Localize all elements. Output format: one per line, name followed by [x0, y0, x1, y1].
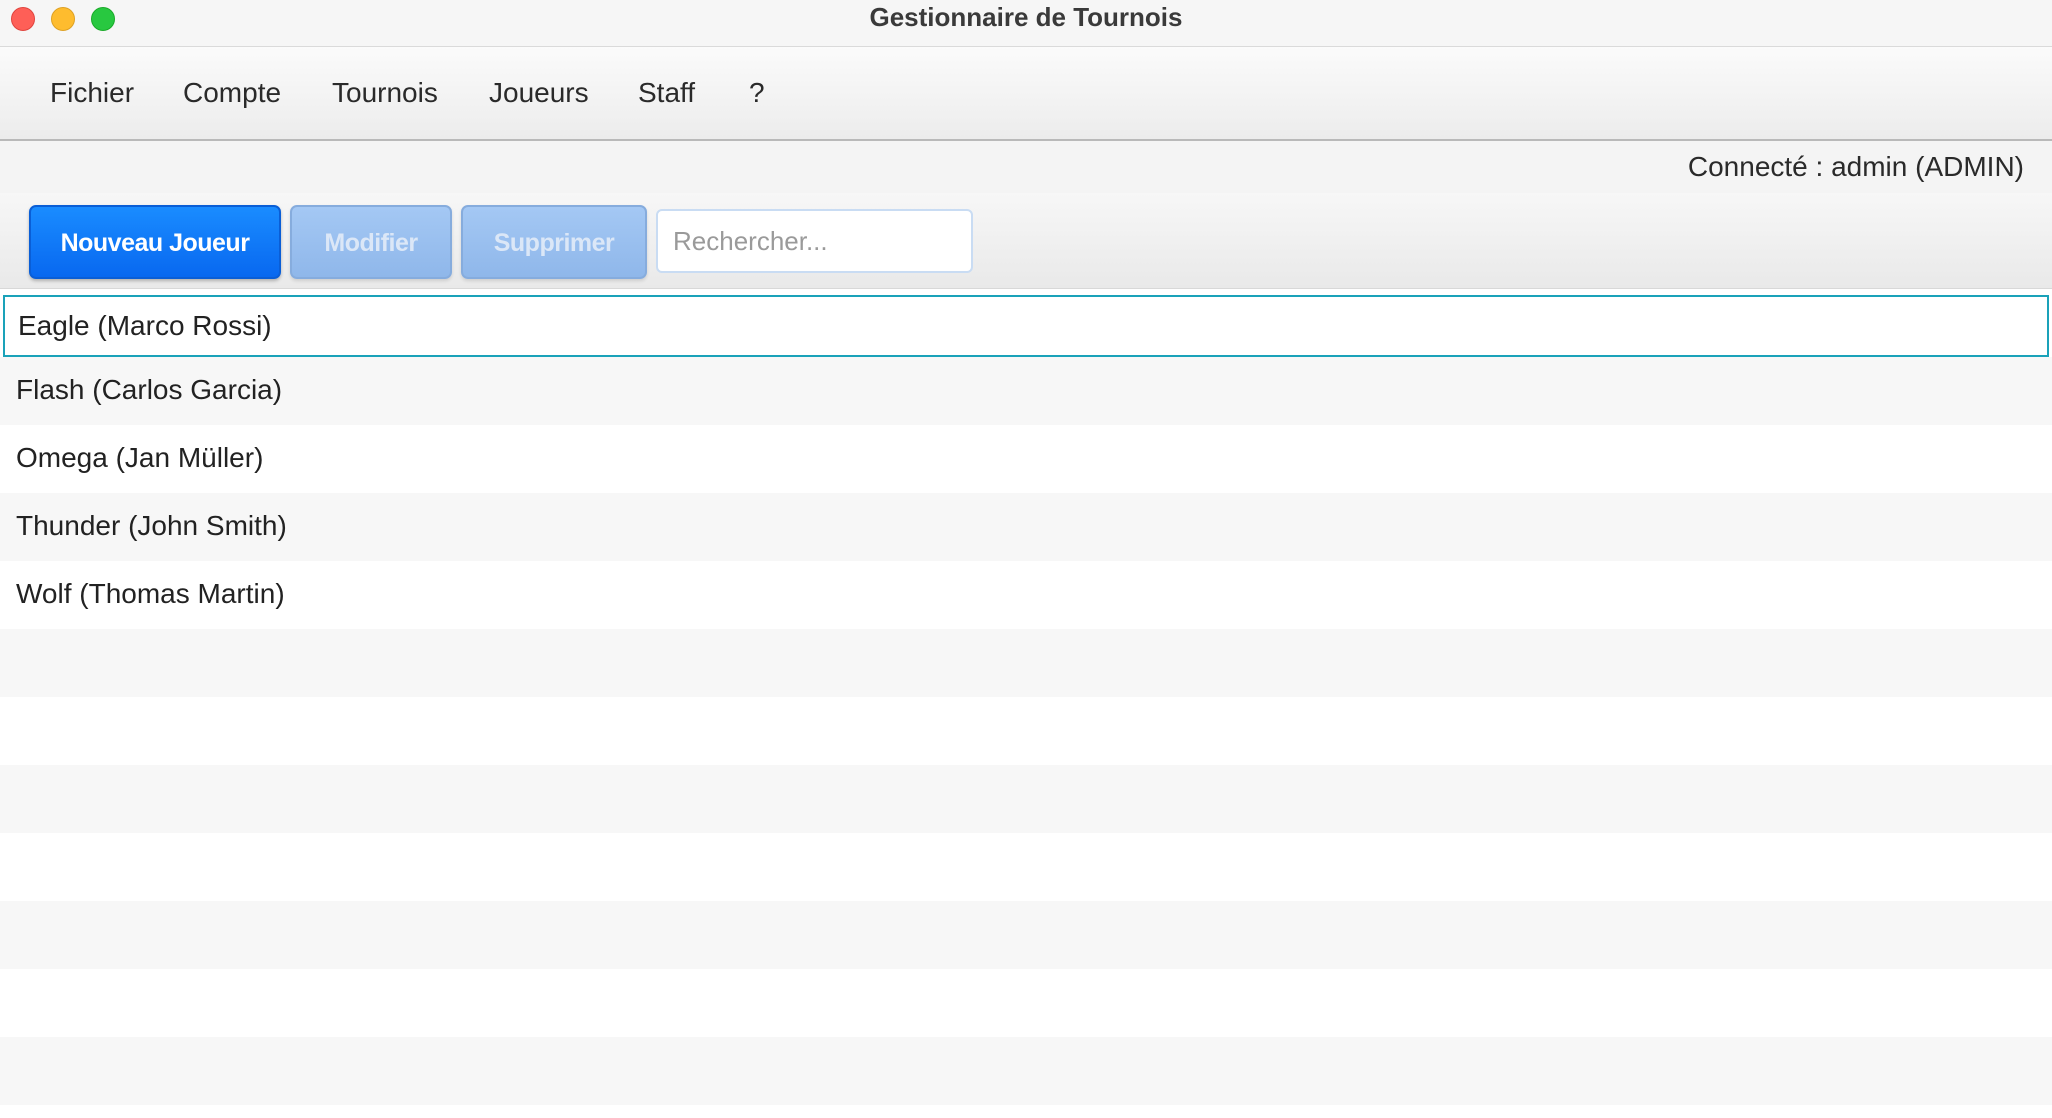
- list-item[interactable]: Wolf (Thomas Martin): [0, 561, 2052, 629]
- empty-list-row: [0, 969, 2052, 1037]
- empty-list-row: [0, 629, 2052, 697]
- empty-list-row: [0, 1105, 2052, 1118]
- status-row: Connecté : admin (ADMIN): [0, 141, 2052, 193]
- search-input[interactable]: [656, 209, 973, 273]
- modify-button[interactable]: Modifier: [290, 205, 452, 279]
- list-item[interactable]: Flash (Carlos Garcia): [0, 357, 2052, 425]
- list-item[interactable]: Eagle (Marco Rossi): [3, 295, 2049, 357]
- empty-list-row: [0, 833, 2052, 901]
- menu-tournois[interactable]: Tournois: [332, 47, 438, 139]
- window-title: Gestionnaire de Tournois: [869, 2, 1183, 32]
- menu-bar: Fichier Compte Tournois Joueurs Staff ?: [0, 47, 2052, 141]
- app-window: Gestionnaire de Tournois Fichier Compte …: [0, 0, 2052, 1118]
- list-item[interactable]: Omega (Jan Müller): [0, 425, 2052, 493]
- empty-list-row: [0, 901, 2052, 969]
- menu-fichier[interactable]: Fichier: [50, 47, 134, 139]
- menu-joueurs[interactable]: Joueurs: [489, 47, 589, 139]
- empty-list-row: [0, 765, 2052, 833]
- empty-list-row: [0, 1037, 2052, 1105]
- title-bar: Gestionnaire de Tournois: [0, 0, 2052, 47]
- menu-compte[interactable]: Compte: [183, 47, 281, 139]
- new-player-button[interactable]: Nouveau Joueur: [29, 205, 281, 279]
- players-list[interactable]: Eagle (Marco Rossi) Flash (Carlos Garcia…: [0, 288, 2052, 1118]
- toolbar: Nouveau Joueur Modifier Supprimer: [0, 193, 2052, 288]
- empty-list-row: [0, 697, 2052, 765]
- menu-staff[interactable]: Staff: [638, 47, 695, 139]
- delete-button[interactable]: Supprimer: [461, 205, 647, 279]
- menu-help[interactable]: ?: [749, 47, 765, 139]
- connected-user-label: Connecté : admin (ADMIN): [1687, 151, 2024, 182]
- list-item[interactable]: Thunder (John Smith): [0, 493, 2052, 561]
